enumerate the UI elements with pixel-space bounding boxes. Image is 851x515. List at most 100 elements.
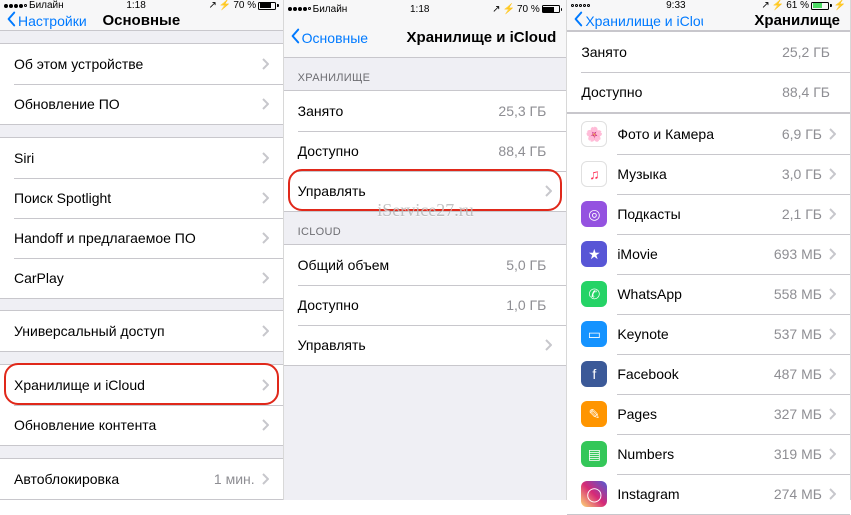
chevron-right-icon <box>261 58 269 70</box>
screen-storage-detail: 9:33 ↗ ⚡ 61 % ⚡ Хранилище и iCloud Храни… <box>567 0 851 500</box>
row-about[interactable]: Об этом устройстве <box>0 44 283 84</box>
row-icloud-manage[interactable]: Управлять <box>284 325 567 365</box>
chevron-right-icon <box>828 288 836 300</box>
row-handoff[interactable]: Handoff и предлагаемое ПО <box>0 218 283 258</box>
chevron-right-icon <box>828 168 836 180</box>
app-icon: ✎ <box>581 401 607 427</box>
app-name: WhatsApp <box>617 286 774 302</box>
row-manage-storage[interactable]: Управлять <box>284 171 567 211</box>
page-title: Хранилище и iCloud <box>407 29 557 46</box>
chevron-right-icon <box>261 419 269 431</box>
page-title: Хранилище <box>754 12 840 29</box>
row-icloud-available: Доступно1,0 ГБ <box>284 285 567 325</box>
row-spotlight[interactable]: Поиск Spotlight <box>0 178 283 218</box>
carrier: Билайн <box>313 4 348 15</box>
app-icon: ★ <box>581 241 607 267</box>
page-title: Основные <box>102 12 180 29</box>
app-icon: ▭ <box>581 321 607 347</box>
back-button[interactable]: Настройки <box>6 11 87 30</box>
app-row[interactable]: fFacebook487 МБ <box>567 354 850 394</box>
row-accessibility[interactable]: Универсальный доступ <box>0 311 283 351</box>
group-icloud-storage: Общий объем5,0 ГБ Доступно1,0 ГБ Управля… <box>284 244 567 366</box>
app-name: Facebook <box>617 366 774 382</box>
group-about: Об этом устройстве Обновление ПО <box>0 43 283 125</box>
chevron-right-icon <box>261 379 269 391</box>
chevron-right-icon <box>828 448 836 460</box>
battery-pct: 70 % <box>517 4 540 15</box>
app-name: Numbers <box>617 446 774 462</box>
carrier: Билайн <box>29 0 64 11</box>
row-icloud-total: Общий объем5,0 ГБ <box>284 245 567 285</box>
row-siri[interactable]: Siri <box>0 138 283 178</box>
group-device-storage: Занято25,3 ГБ Доступно88,4 ГБ Управлять <box>284 90 567 212</box>
chevron-right-icon <box>261 98 269 110</box>
back-label: Настройки <box>18 13 87 29</box>
app-name: Фото и Камера <box>617 126 782 142</box>
battery-icon <box>811 2 832 10</box>
group-apps: 🌸Фото и Камера6,9 ГБ♫Музыка3,0 ГБ◎Подкас… <box>567 113 850 515</box>
chevron-right-icon <box>261 473 269 485</box>
battery-pct: 61 % <box>786 0 809 11</box>
nav-bar: Хранилище и iCloud Хранилище <box>567 11 850 31</box>
app-size: 537 МБ <box>774 326 822 342</box>
app-row[interactable]: ★ iMovie693 МБ <box>567 234 850 274</box>
nav-bar: Настройки Основные <box>0 11 283 31</box>
app-icon: ♫ <box>581 161 607 187</box>
row-carplay[interactable]: CarPlay <box>0 258 283 298</box>
app-row[interactable]: 🌸Фото и Камера6,9 ГБ <box>567 114 850 154</box>
back-label: Основные <box>302 30 368 46</box>
chevron-right-icon <box>828 208 836 220</box>
app-name: Музыка <box>617 166 782 182</box>
chevron-right-icon <box>261 232 269 244</box>
charging-icon: ⚡ <box>834 0 846 11</box>
row-background-refresh[interactable]: Обновление контента <box>0 405 283 445</box>
chevron-right-icon <box>544 185 552 197</box>
status-time: 9:33 <box>666 0 685 11</box>
back-button[interactable]: Хранилище и iCloud <box>573 11 703 30</box>
row-used: Занято25,3 ГБ <box>284 91 567 131</box>
app-row[interactable]: ◯Instagram274 МБ <box>567 474 850 514</box>
autolock-value: 1 мин. <box>214 471 255 487</box>
app-icon: f <box>581 361 607 387</box>
chevron-right-icon <box>261 152 269 164</box>
chevron-right-icon <box>828 408 836 420</box>
app-icon: 🌸 <box>581 121 607 147</box>
status-bar: 9:33 ↗ ⚡ 61 % ⚡ <box>567 0 850 11</box>
group-features: Siri Поиск Spotlight Handoff и предлагае… <box>0 137 283 299</box>
battery-icon <box>542 5 563 13</box>
app-row[interactable]: ▤Numbers319 МБ <box>567 434 850 474</box>
row-used: Занято25,2 ГБ <box>567 32 850 72</box>
row-software-update[interactable]: Обновление ПО <box>0 84 283 124</box>
row-autolock[interactable]: Автоблокировка1 мин. <box>0 459 283 499</box>
location-icon: ↗ <box>209 0 217 11</box>
chevron-right-icon <box>828 488 836 500</box>
group-accessibility: Универсальный доступ <box>0 310 283 352</box>
bluetooth-icon: ⚡ <box>503 4 515 15</box>
app-size: 3,0 ГБ <box>782 166 822 182</box>
row-available: Доступно88,4 ГБ <box>284 131 567 171</box>
location-icon: ↗ <box>492 4 500 15</box>
app-size: 327 МБ <box>774 406 822 422</box>
status-bar: Билайн 1:18 ↗ ⚡ 70 % <box>0 0 283 11</box>
back-button[interactable]: Основные <box>290 28 368 47</box>
app-name: Keynote <box>617 326 774 342</box>
chevron-right-icon <box>828 128 836 140</box>
app-row[interactable]: ✎Pages327 МБ <box>567 394 850 434</box>
app-size: 693 МБ <box>774 246 822 262</box>
chevron-left-icon <box>290 28 300 47</box>
back-label: Хранилище и iCloud <box>585 13 703 29</box>
app-row[interactable]: ◎Подкасты2,1 ГБ <box>567 194 850 234</box>
chevron-left-icon <box>573 11 583 30</box>
app-row[interactable]: ♫ Музыка3,0 ГБ <box>567 154 850 194</box>
battery-pct: 70 % <box>233 0 256 11</box>
row-available: Доступно88,4 ГБ <box>567 72 850 112</box>
app-size: 319 МБ <box>774 446 822 462</box>
section-header-icloud: ICLOUD <box>284 212 567 244</box>
app-row[interactable]: ▭ Keynote537 МБ <box>567 314 850 354</box>
chevron-right-icon <box>261 192 269 204</box>
app-name: iMovie <box>617 246 774 262</box>
battery-icon <box>258 2 279 10</box>
row-storage-icloud[interactable]: Хранилище и iCloud <box>0 365 283 405</box>
app-row[interactable]: ✆WhatsApp558 МБ <box>567 274 850 314</box>
chevron-right-icon <box>828 328 836 340</box>
